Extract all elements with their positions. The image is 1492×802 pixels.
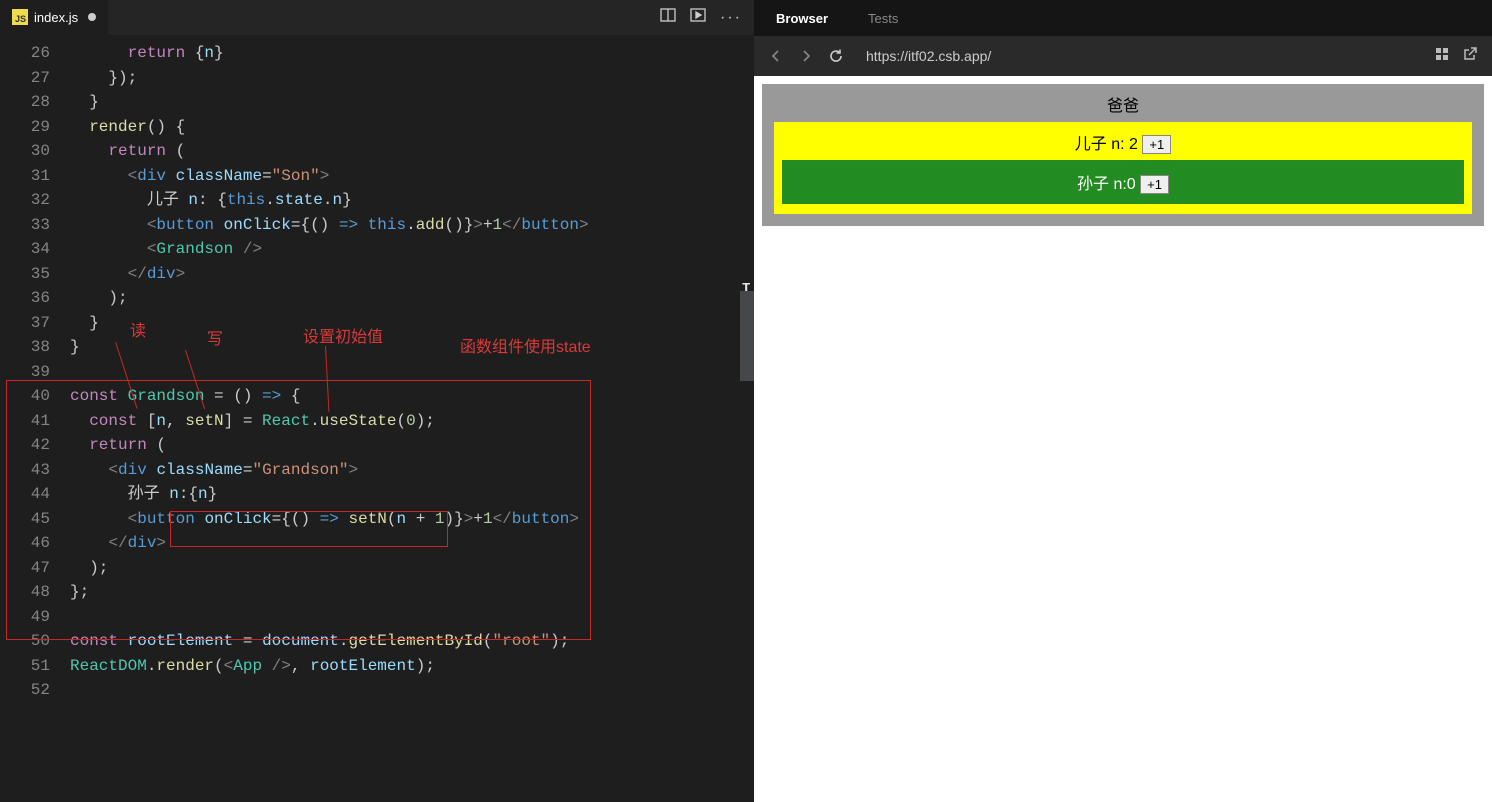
tab-actions: ··· (660, 7, 754, 28)
grandson-label: 孙子 n: (1077, 176, 1127, 193)
reload-icon[interactable] (828, 48, 844, 64)
js-icon: JS (12, 9, 28, 25)
url-input[interactable]: https://itf02.csb.app/ (858, 44, 1420, 68)
tab-bar: JS index.js ··· (0, 0, 754, 36)
son-component: 儿子 n: 2 +1 孙子 n:0 +1 (774, 122, 1472, 214)
grandson-component: 孙子 n:0 +1 (782, 160, 1464, 204)
dad-label: 爸爸 (774, 92, 1472, 116)
open-external-icon[interactable] (1462, 46, 1478, 67)
annotation-read: 读 (130, 320, 146, 345)
grandson-value: 0 (1127, 176, 1136, 193)
editor-pane: JS index.js ··· 262728293031323334353637… (0, 0, 754, 802)
annotation-comment: 函数组件使用state (460, 336, 591, 361)
son-value: 2 (1129, 136, 1138, 153)
browser-view: 爸爸 儿子 n: 2 +1 孙子 n:0 +1 (754, 76, 1492, 802)
dad-component: 爸爸 儿子 n: 2 +1 孙子 n:0 +1 (762, 84, 1484, 226)
line-gutter: 2627282930313233343536373839404142434445… (0, 36, 70, 802)
minimap-thumb[interactable] (740, 291, 754, 381)
forward-icon[interactable] (798, 48, 814, 64)
dirty-indicator-icon (88, 13, 96, 21)
tab-browser[interactable]: Browser (776, 11, 828, 26)
url-actions (1434, 46, 1478, 67)
url-bar: https://itf02.csb.app/ (754, 36, 1492, 76)
son-row: 儿子 n: 2 +1 (782, 130, 1464, 154)
son-label: 儿子 n: (1075, 136, 1129, 153)
annotation-init: 设置初始值 (303, 326, 383, 351)
more-icon[interactable]: ··· (720, 9, 742, 27)
minimap[interactable]: T (740, 36, 754, 802)
file-tab[interactable]: JS index.js (0, 0, 108, 36)
editor-body[interactable]: 2627282930313233343536373839404142434445… (0, 36, 754, 802)
code-area[interactable]: return {n} }); } render() { return ( <di… (70, 36, 740, 802)
preview-pane: Browser Tests https://itf02.csb.app/ 爸爸 … (754, 0, 1492, 802)
codesandbox-icon[interactable] (1434, 46, 1450, 67)
preview-tabs: Browser Tests (754, 0, 1492, 36)
preview-icon[interactable] (690, 7, 706, 28)
split-editor-icon[interactable] (660, 7, 676, 28)
son-plus-button[interactable]: +1 (1142, 135, 1171, 154)
tab-tests[interactable]: Tests (868, 11, 898, 26)
back-icon[interactable] (768, 48, 784, 64)
tab-filename: index.js (34, 10, 78, 25)
annotation-write: 写 (207, 328, 223, 353)
grandson-plus-button[interactable]: +1 (1140, 175, 1169, 194)
